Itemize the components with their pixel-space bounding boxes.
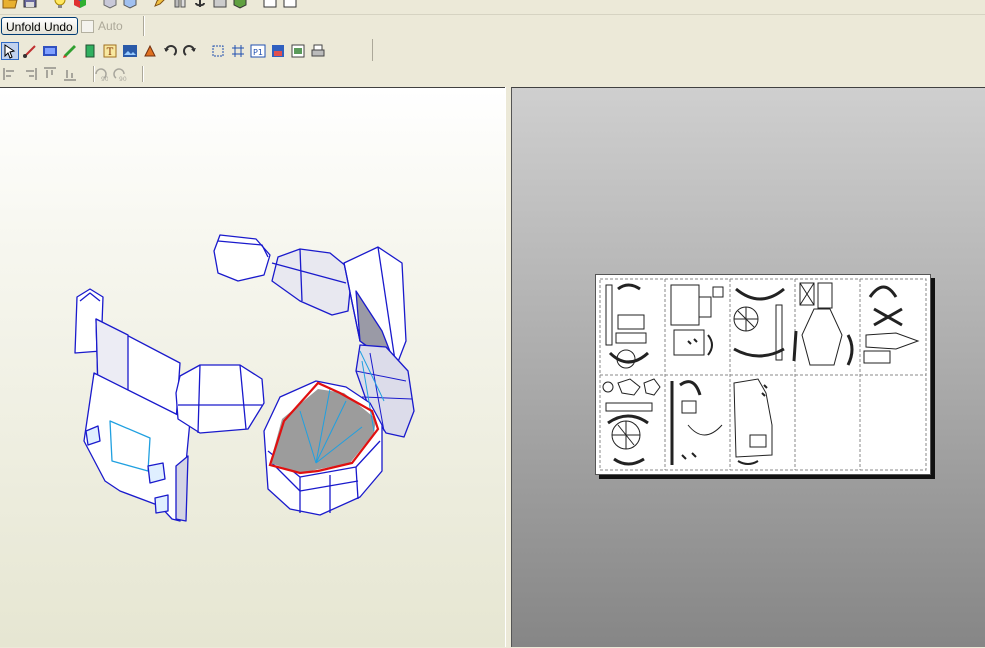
toolbar-row-1-icons bbox=[0, 0, 298, 9]
print-icon[interactable] bbox=[310, 43, 326, 59]
svg-text:90: 90 bbox=[119, 76, 127, 82]
align-left-icon[interactable] bbox=[2, 66, 18, 82]
paper-sheet-canvas[interactable] bbox=[596, 275, 930, 474]
toolbar-divider bbox=[0, 14, 985, 15]
layout-icon[interactable] bbox=[270, 43, 286, 59]
align-bottom-icon[interactable] bbox=[62, 66, 78, 82]
svg-text:P1: P1 bbox=[253, 48, 263, 57]
unfolded-parts bbox=[602, 282, 920, 466]
window2-icon[interactable] bbox=[282, 0, 298, 9]
toolbar-separator bbox=[143, 16, 144, 36]
edge-select-icon[interactable] bbox=[22, 43, 38, 59]
fit-page-icon[interactable] bbox=[210, 43, 226, 59]
move-icon[interactable] bbox=[142, 43, 158, 59]
face-icon[interactable] bbox=[82, 43, 98, 59]
auto-option[interactable]: Auto bbox=[81, 19, 123, 33]
parts-icon[interactable] bbox=[212, 0, 228, 9]
lightbulb-icon[interactable] bbox=[52, 0, 68, 9]
paper-sheet[interactable] bbox=[595, 274, 931, 475]
image-icon[interactable] bbox=[122, 43, 138, 59]
paper-2d-view[interactable] bbox=[511, 87, 985, 647]
grid-icon[interactable] bbox=[230, 43, 246, 59]
redo-arrow-icon[interactable] bbox=[182, 43, 198, 59]
align-top-icon[interactable] bbox=[42, 66, 58, 82]
scene-icon[interactable] bbox=[232, 0, 248, 9]
auto-checkbox[interactable] bbox=[81, 19, 94, 33]
auto-label: Auto bbox=[98, 19, 123, 33]
model-part[interactable] bbox=[175, 364, 265, 434]
text-icon[interactable]: T bbox=[102, 43, 118, 59]
open-icon[interactable] bbox=[2, 0, 18, 9]
toolbar-row-2: T P1 bbox=[0, 38, 985, 63]
rotate-right-90-icon[interactable]: 90 bbox=[112, 66, 128, 82]
toolbar-row-3-icons: 90 90 bbox=[0, 63, 128, 85]
toolbar-row-2-icons: T P1 bbox=[0, 38, 326, 63]
align-right-icon[interactable] bbox=[22, 66, 38, 82]
anchor-icon[interactable] bbox=[192, 0, 208, 9]
film-icon[interactable] bbox=[42, 43, 58, 59]
window-icon[interactable] bbox=[262, 0, 278, 9]
unfold-undo-button[interactable]: Unfold Undo bbox=[1, 17, 78, 35]
toolbar-row-1 bbox=[0, 0, 985, 14]
print-preview-icon[interactable] bbox=[290, 43, 306, 59]
page-number-icon[interactable]: P1 bbox=[250, 43, 266, 59]
model-3d-view[interactable] bbox=[0, 87, 505, 647]
cube-light-icon[interactable] bbox=[122, 0, 138, 9]
pencil-icon[interactable] bbox=[152, 0, 168, 9]
toolbar-separator bbox=[93, 66, 94, 82]
slice-icon[interactable] bbox=[172, 0, 188, 9]
cube-icon[interactable] bbox=[102, 0, 118, 9]
svg-text:90: 90 bbox=[101, 76, 108, 82]
rotate-left-90-icon[interactable]: 90 bbox=[92, 66, 108, 82]
svg-text:T: T bbox=[107, 47, 114, 58]
paint-icon[interactable] bbox=[62, 43, 78, 59]
select-icon[interactable] bbox=[1, 41, 19, 60]
toolbar-separator bbox=[142, 66, 143, 82]
undo-arrow-icon[interactable] bbox=[162, 43, 178, 59]
save-icon[interactable] bbox=[22, 0, 38, 9]
color-cube-icon[interactable] bbox=[72, 0, 88, 9]
toolbar-row-3: 90 90 bbox=[0, 63, 985, 85]
model-3d-canvas[interactable] bbox=[0, 88, 505, 648]
